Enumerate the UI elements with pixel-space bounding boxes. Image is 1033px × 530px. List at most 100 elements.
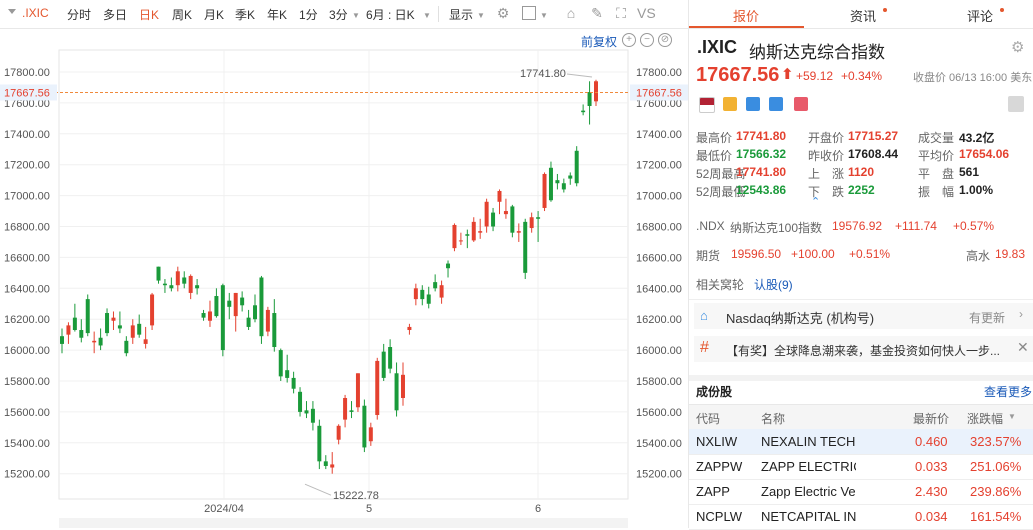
tag-icon[interactable] <box>746 97 760 111</box>
futures-change: +100.00 <box>791 247 835 261</box>
period-jik[interactable]: 季K <box>235 6 255 23</box>
advancers-value: 1120 <box>848 165 875 179</box>
expand-icon[interactable]: ⌃ <box>811 195 820 208</box>
candle-body <box>98 337 103 346</box>
tab-comments[interactable]: 评论 <box>967 6 993 25</box>
symbol-dropdown-icon[interactable] <box>8 9 16 14</box>
candle-body <box>465 234 470 236</box>
candle-body <box>581 110 586 113</box>
low-marker-label: 15222.78 <box>333 490 379 502</box>
tab-news[interactable]: 资讯 <box>850 6 876 25</box>
col-price[interactable]: 最新价 <box>913 410 949 427</box>
zoom-in-icon[interactable]: + <box>622 33 636 47</box>
tab-quote[interactable]: 报价 <box>733 6 759 25</box>
candle-body <box>240 297 245 306</box>
candle-body <box>253 305 258 320</box>
candle-body <box>182 277 187 284</box>
ndx-symbol[interactable]: .NDX <box>696 219 725 233</box>
comments-badge <box>1000 8 1004 12</box>
warrants-link[interactable]: 认股(9) <box>754 276 793 293</box>
candle-body <box>594 81 598 102</box>
table-row[interactable]: NCPLW NETCAPITAL IN 0.034 161.54% <box>689 504 1033 530</box>
square-icon[interactable] <box>522 6 536 20</box>
row-change-pct: 239.86% <box>970 484 1022 499</box>
chat-icon[interactable] <box>769 97 783 111</box>
low-label: 最低价 <box>696 149 733 163</box>
org-title: Nasdaq纳斯达克 (机构号) <box>726 311 875 326</box>
candle-body <box>150 294 155 326</box>
close-icon[interactable]: ✕ <box>1017 339 1029 356</box>
period-niank[interactable]: 年K <box>267 6 287 23</box>
col-change-pct[interactable]: 涨跌幅 <box>967 410 1003 427</box>
symbol-selector[interactable]: .IXIC <box>22 6 49 20</box>
row-code: NCPLW <box>696 509 742 524</box>
candle-body <box>420 289 425 300</box>
period-1fen[interactable]: 1分 <box>299 6 318 23</box>
pencil-icon[interactable]: ✎ <box>588 4 606 22</box>
plot-frame <box>58 49 629 500</box>
price-change: +59.12 <box>796 69 834 83</box>
candle-body <box>143 339 148 344</box>
col-code[interactable]: 代码 <box>696 410 720 427</box>
row-code: ZAPPW <box>696 459 743 474</box>
y-tick-label-left: 16400.00 <box>4 283 50 295</box>
vs-compare-button[interactable]: VS <box>637 5 656 21</box>
period-duori[interactable]: 多日 <box>103 6 127 23</box>
ndx-name[interactable]: 纳斯达克100指数 <box>730 219 822 236</box>
y-tick-label-left: 16200.00 <box>4 314 50 326</box>
view-more-link[interactable]: 查看更多 <box>984 383 1032 400</box>
period-zhouk[interactable]: 周K <box>172 6 192 23</box>
news-badge <box>883 8 887 12</box>
candle-body <box>310 408 315 423</box>
candle-body <box>381 351 386 378</box>
zoom-out-icon[interactable]: − <box>640 33 654 47</box>
y-tick-label-right: 17200.00 <box>636 160 682 172</box>
table-row[interactable]: NXLIW NEXALIN TECH 0.460 323.57% <box>689 429 1033 455</box>
display-menu[interactable]: 显示 <box>449 6 473 23</box>
building-icon: ⌂ <box>700 308 708 323</box>
settings-icon[interactable]: ⚙ <box>1011 38 1024 56</box>
settings-icon[interactable]: ⚙ <box>494 4 512 22</box>
period-yuek[interactable]: 月K <box>204 6 224 23</box>
low-value: 17566.32 <box>736 147 787 161</box>
up-arrow-icon: ⬆ <box>781 66 794 83</box>
chevron-down-icon[interactable]: ▼ <box>540 11 548 20</box>
advancers-label: 上 涨 <box>808 167 845 181</box>
period-rik[interactable]: 日K <box>139 6 159 23</box>
chevron-right-icon: › <box>1019 307 1023 321</box>
chart-scroll-strip <box>59 518 628 528</box>
y-tick-label-left: 17800.00 <box>4 67 50 79</box>
amplitude-value: 1.00% <box>959 183 994 197</box>
range-selector[interactable]: 6月 : 日K <box>366 6 415 23</box>
prev-close-value: 17608.44 <box>848 147 899 161</box>
high-label: 最高价 <box>696 131 733 145</box>
org-account-card[interactable]: ⌂ Nasdaq纳斯达克 (机构号) 有更新 › <box>694 303 1033 329</box>
heart-icon[interactable] <box>794 97 808 111</box>
open-value: 17715.27 <box>848 129 899 143</box>
sort-icon[interactable]: ▼ <box>1008 412 1016 421</box>
promo-card[interactable]: # 【有奖】全球降息潮来袭，基金投资如何快人一步... ✕ <box>694 336 1033 362</box>
candle-body <box>207 311 212 321</box>
adjustment-toggle[interactable]: 前复权 <box>581 33 617 50</box>
bell-icon[interactable] <box>1008 96 1024 112</box>
ndx-price: 19576.92 <box>832 219 883 233</box>
period-fenshi[interactable]: 分时 <box>67 6 91 23</box>
period-3fen[interactable]: 3分 <box>329 6 348 23</box>
candlestick-chart[interactable]: 17800.00 17800.0017600.00 17600.0017400.00… <box>0 28 688 528</box>
flash-icon[interactable] <box>723 97 737 111</box>
candle-body <box>536 217 541 219</box>
col-name[interactable]: 名称 <box>761 410 785 427</box>
futures-price: 19596.50 <box>731 247 782 261</box>
table-row[interactable]: ZAPPW ZAPP ELECTRIC 0.033 251.06% <box>689 454 1033 480</box>
y-tick-label-right: 17000.00 <box>636 191 682 203</box>
candle-body <box>394 373 399 411</box>
camera-icon[interactable]: ⌂ <box>562 4 580 22</box>
chevron-down-icon[interactable]: ▼ <box>423 11 431 20</box>
chevron-down-icon[interactable]: ▼ <box>352 11 360 20</box>
fullscreen-icon[interactable]: ⛶ <box>612 4 630 22</box>
row-change-pct: 251.06% <box>970 459 1022 474</box>
reset-icon[interactable]: ⊘ <box>658 33 672 47</box>
y-tick-label-left: 17400.00 <box>4 129 50 141</box>
table-row[interactable]: ZAPP Zapp Electric Ve 2.430 239.86% <box>689 479 1033 505</box>
chevron-down-icon[interactable]: ▼ <box>477 11 485 20</box>
